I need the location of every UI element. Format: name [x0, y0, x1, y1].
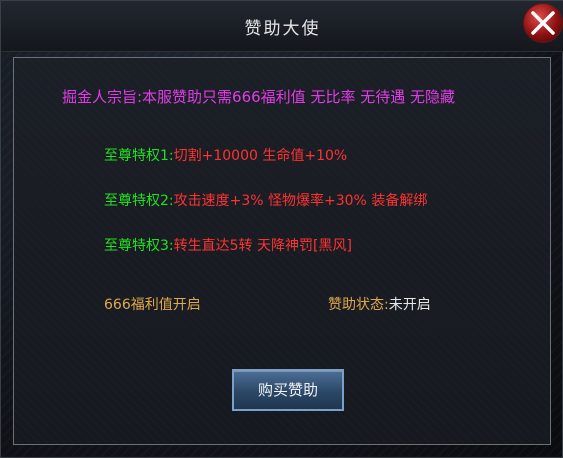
sponsor-dialog: 赞助大使 掘金人宗旨:本服赞助只需666福利值 无比率 无待遇 无隐藏 至尊特权…: [0, 0, 563, 458]
sponsor-status-value: 未开启: [388, 297, 431, 313]
privilege-2-text: 攻击速度+3% 怪物爆率+30% 装备解绑: [173, 193, 428, 209]
privilege-1-label: 至尊特权1:: [104, 148, 174, 164]
privilege-3: 至尊特权3:转生直达5转 天降神罚[黑风]: [104, 235, 352, 255]
buy-sponsorship-button[interactable]: 购买赞助: [232, 369, 344, 411]
sponsor-status: 赞助状态:未开启: [328, 294, 431, 314]
motto-text: 掘金人宗旨:本服赞助只需666福利值 无比率 无待遇 无隐藏: [62, 88, 455, 106]
close-button[interactable]: [523, 3, 563, 43]
privilege-1: 至尊特权1:切割+10000 生命值+10%: [104, 145, 347, 165]
privilege-2: 至尊特权2:攻击速度+3% 怪物爆率+30% 装备解绑: [104, 190, 427, 210]
privilege-3-text: 转生直达5转 天降神罚[黑风]: [173, 238, 352, 254]
title-bar: 赞助大使: [1, 1, 563, 52]
privilege-3-label: 至尊特权3:: [104, 238, 174, 254]
privilege-1-text: 切割+10000 生命值+10%: [173, 148, 348, 164]
sponsor-status-label: 赞助状态:: [328, 297, 389, 313]
welfare-requirement: 666福利值开启: [104, 297, 201, 313]
content-panel: 掘金人宗旨:本服赞助只需666福利值 无比率 无待遇 无隐藏 至尊特权1:切割+…: [13, 57, 551, 445]
close-icon: [531, 11, 555, 35]
privilege-2-label: 至尊特权2:: [104, 193, 174, 209]
dialog-title: 赞助大使: [244, 19, 321, 39]
